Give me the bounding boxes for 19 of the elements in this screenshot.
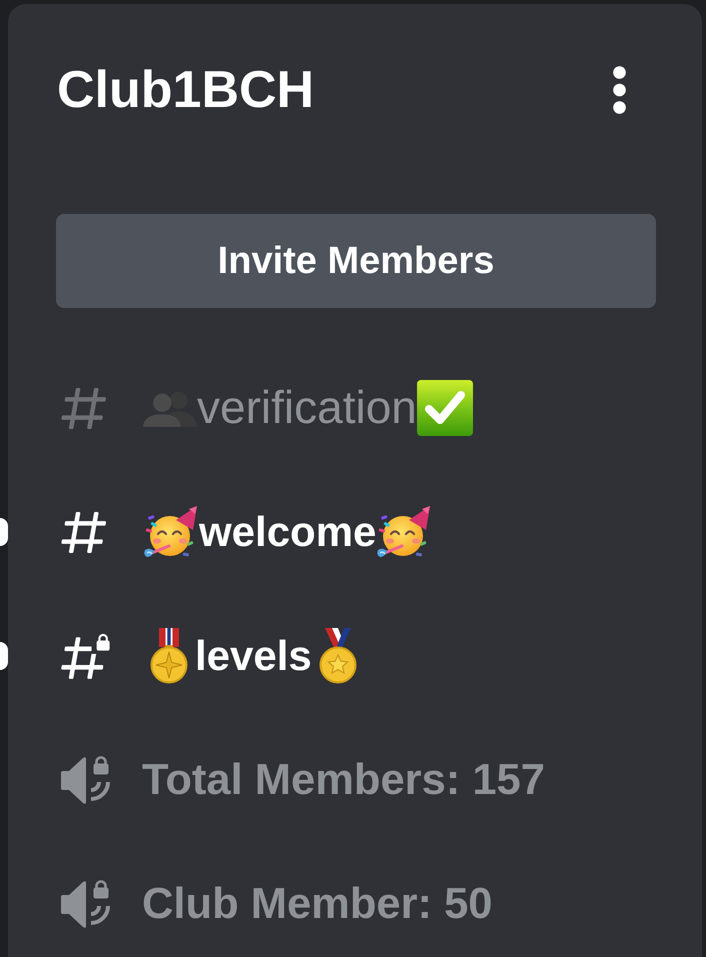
medal-icon [318,628,357,684]
check-box-icon [416,380,473,436]
people-icon [143,390,197,426]
channel-item[interactable]: levels [56,628,364,684]
medal-icon [150,628,188,684]
speaker-lock-icon [60,756,110,804]
channel-item[interactable]: Club Member: 50 [56,878,492,930]
channel-item[interactable]: Total Members: 157 [56,754,545,806]
party-face-icon [143,504,199,560]
speaker-lock-icon [60,880,110,928]
server-name: Club1BCH [56,60,314,120]
hash-icon [61,388,107,428]
hash-lock-icon [61,633,111,679]
more-options-icon[interactable] [613,66,626,114]
party-face-icon [376,504,432,560]
invite-members-button[interactable]: Invite Members [56,214,656,308]
channel-item[interactable]: welcome [56,504,432,560]
hash-icon [61,512,107,552]
channel-item[interactable]: verification [56,380,473,436]
